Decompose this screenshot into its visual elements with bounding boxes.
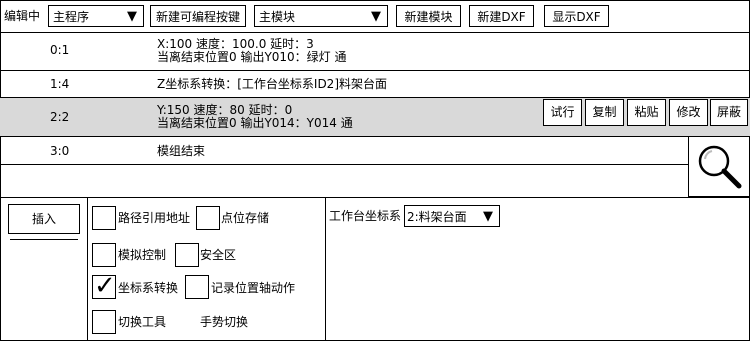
new-module-button[interactable]: 新建模块 [396, 5, 461, 27]
gesture-switch-label[interactable]: 手势切换 [200, 314, 248, 330]
magnifier-icon [698, 145, 742, 189]
point-store-checkbox[interactable] [196, 206, 220, 230]
row-index: 1:4 [50, 77, 70, 91]
safe-zone-checkbox[interactable] [175, 243, 199, 267]
record-axis-checkbox[interactable] [185, 275, 209, 299]
trial-run-button[interactable]: 试行 [543, 99, 582, 126]
insert-button[interactable]: 插入 [8, 204, 80, 234]
panel-divider [87, 197, 88, 341]
row-line1: Z坐标系转换：[工作台坐标系ID2]料架台面 [157, 77, 387, 91]
program-select[interactable]: 主程序 ▼ [48, 5, 144, 27]
coord-system-select[interactable]: 2:料架台面 ▼ [404, 205, 500, 227]
paste-button[interactable]: 粘贴 [627, 99, 666, 126]
search-button[interactable] [688, 136, 750, 197]
safe-zone-label: 安全区 [200, 248, 237, 262]
path-ref-checkbox[interactable] [92, 206, 116, 230]
row-line2: 当离结束位置0 输出Y010：绿灯 通 [157, 50, 347, 64]
point-store-label: 点位存储 [221, 211, 270, 225]
coord-convert-label: 坐标系转换 [118, 281, 179, 295]
row-index: 3:0 [50, 144, 70, 158]
insert-underline [10, 239, 78, 240]
program-row-3[interactable]: 3:0 模组结束 [0, 137, 686, 164]
path-ref-label: 路径引用地址 [118, 211, 191, 225]
modify-button[interactable]: 修改 [669, 99, 708, 126]
panel-divider [325, 197, 326, 341]
shield-button[interactable]: 屏蔽 [710, 99, 748, 126]
coord-system-value: 2:料架台面 [407, 210, 467, 224]
analog-control-label: 模拟控制 [118, 248, 167, 262]
coord-system-label: 工作台坐标系 [329, 209, 402, 223]
row-divider [0, 164, 688, 165]
row-line1: 模组结束 [157, 144, 206, 158]
module-select[interactable]: 主模块 ▼ [254, 5, 388, 27]
mode-label: 编辑中 [4, 9, 41, 23]
module-select-value: 主模块 [259, 10, 296, 24]
chevron-down-icon: ▼ [371, 9, 381, 24]
switch-tool-label: 切换工具 [118, 315, 167, 329]
analog-control-checkbox[interactable] [92, 243, 116, 267]
row-line2: 当离结束位置0 输出Y014：Y014 通 [157, 116, 353, 130]
row-index: 2:2 [50, 110, 70, 124]
section-divider [0, 197, 750, 198]
chevron-down-icon: ▼ [127, 9, 137, 24]
program-select-value: 主程序 [53, 10, 90, 24]
chevron-down-icon: ▼ [483, 209, 493, 224]
program-row-0[interactable]: 0:1 X:100 速度：100.0 延时：3 当离结束位置0 输出Y010：绿… [0, 33, 750, 70]
new-programmable-key-button[interactable]: 新建可编程按键 [150, 5, 246, 27]
show-dxf-button[interactable]: 显示DXF [544, 5, 609, 27]
new-dxf-button[interactable]: 新建DXF [469, 5, 534, 27]
coord-convert-checkbox[interactable]: ✓ [92, 271, 116, 301]
row-index: 0:1 [50, 43, 70, 57]
record-axis-label: 记录位置轴动作 [211, 281, 296, 295]
checkmark-icon: ✓ [94, 271, 116, 301]
switch-tool-checkbox[interactable] [92, 310, 116, 334]
copy-button[interactable]: 复制 [585, 99, 624, 126]
program-row-1[interactable]: 1:4 Z坐标系转换：[工作台坐标系ID2]料架台面 [0, 71, 750, 97]
